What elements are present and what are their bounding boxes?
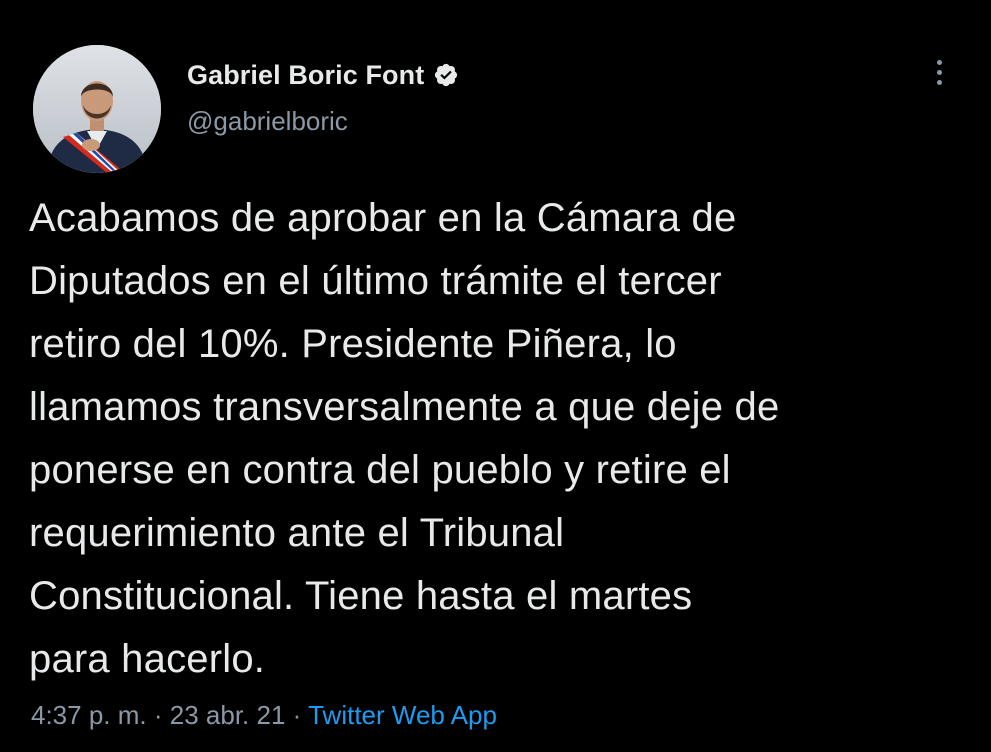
- tweet-text-line: para hacerlo.: [29, 637, 266, 681]
- more-options-icon[interactable]: [934, 60, 944, 94]
- display-name[interactable]: Gabriel Boric Font: [187, 60, 424, 91]
- tweet-text-line: requerimiento ante el Tribunal: [29, 511, 565, 555]
- meta-separator: ·: [292, 700, 302, 730]
- tweet-text-line: ponerse en contra del pueblo y retire el: [29, 448, 731, 492]
- tweet-text-line: retiro del 10%. Presidente Piñera, lo: [29, 322, 677, 366]
- tweet-source-link[interactable]: Twitter Web App: [308, 700, 497, 730]
- tweet-text-line: llamamos transversalmente a que deje de: [29, 385, 780, 429]
- user-handle[interactable]: @gabrielboric: [187, 106, 459, 137]
- tweet-time[interactable]: 4:37 p. m.: [31, 700, 147, 730]
- author-block: Gabriel Boric Font @gabrielboric: [187, 58, 459, 137]
- tweet-date[interactable]: 23 abr. 21: [170, 700, 286, 730]
- tweet-text-line: Acabamos de aprobar en la Cámara de: [29, 196, 737, 240]
- tweet-metadata: 4:37 p. m. · 23 abr. 21 · Twitter Web Ap…: [31, 700, 497, 731]
- verified-badge-icon: [433, 62, 459, 88]
- avatar-image: [33, 45, 161, 173]
- avatar[interactable]: [33, 45, 161, 173]
- tweet-text: Acabamos de aprobar en la Cámara de Dipu…: [29, 187, 959, 691]
- name-row: Gabriel Boric Font: [187, 58, 459, 92]
- tweet-text-line: Diputados en el último trámite el tercer: [29, 259, 722, 303]
- tweet-card: Gabriel Boric Font @gabrielboric Acabamo…: [0, 0, 991, 752]
- tweet-text-line: Constitucional. Tiene hasta el martes: [29, 574, 693, 618]
- meta-separator: ·: [153, 700, 163, 730]
